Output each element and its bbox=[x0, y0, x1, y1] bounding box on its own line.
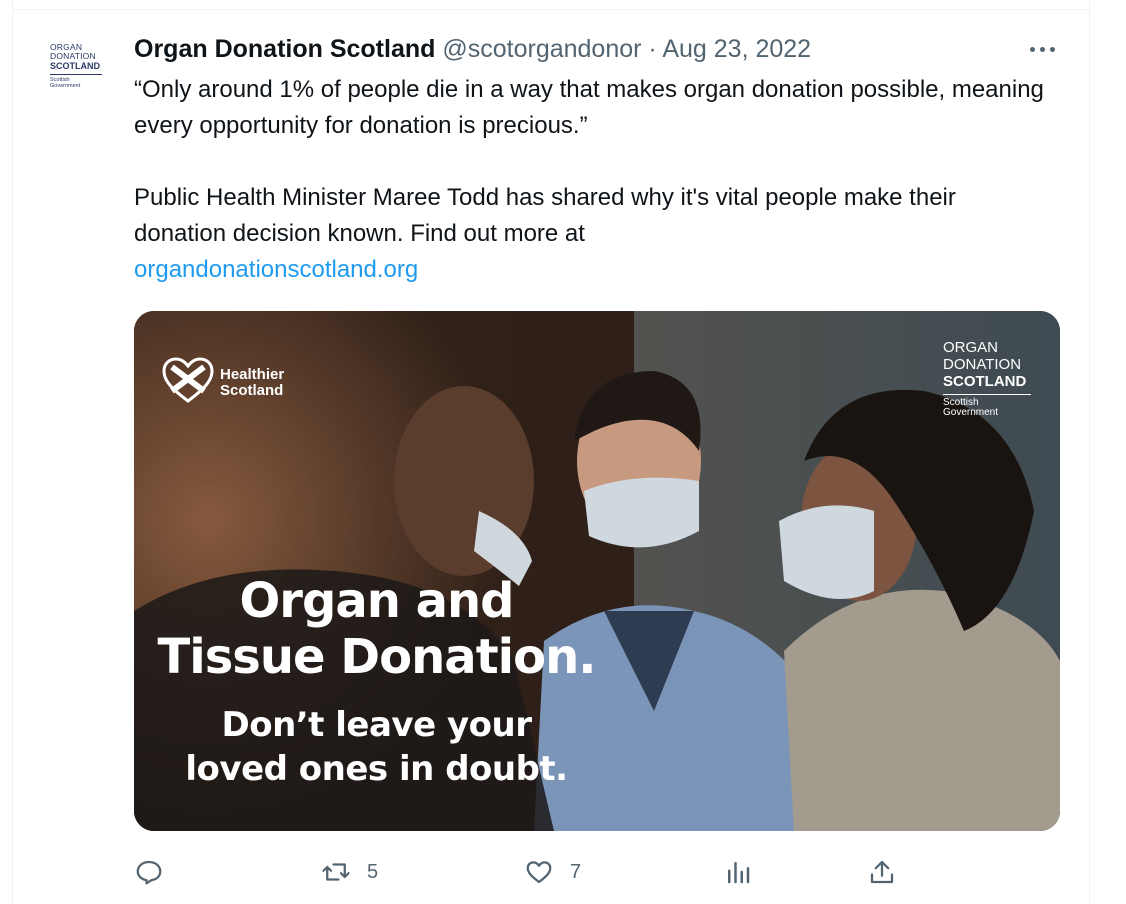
retweet-icon bbox=[322, 863, 350, 881]
ods-logo: ORGAN DONATION SCOTLAND Scottish Governm… bbox=[943, 339, 1053, 418]
reply-button[interactable] bbox=[134, 852, 164, 892]
healthier-scotland-logo: Healthier Scotland bbox=[162, 357, 322, 407]
tweet-image[interactable]: Healthier Scotland ORGAN DONATION SCOTLA… bbox=[134, 311, 1060, 831]
like-count: 7 bbox=[570, 860, 582, 883]
reply-icon bbox=[136, 860, 162, 885]
separator: · bbox=[648, 35, 657, 63]
more-dot-icon bbox=[1040, 47, 1045, 52]
ods-line-donation: DONATION bbox=[943, 356, 1022, 373]
avatar[interactable]: ORGAN DONATION SCOTLAND Scottish Governm… bbox=[50, 43, 106, 95]
heart-saltire-icon bbox=[162, 357, 214, 403]
subheadline-line-2: loved ones in doubt. bbox=[185, 749, 568, 789]
tweet-link[interactable]: organdonationscotland.org bbox=[134, 256, 418, 283]
retweet-count: 5 bbox=[367, 860, 379, 883]
healthier-scotland-text: Healthier Scotland bbox=[220, 367, 284, 399]
subheadline-line-1: Don’t leave your bbox=[221, 705, 532, 745]
tweet-header: Organ Donation Scotland @scotorgandonor … bbox=[134, 33, 811, 65]
ods-line-scotland: SCOTLAND bbox=[943, 373, 1027, 390]
tweet-quote: “Only around 1% of people die in a way t… bbox=[134, 76, 1044, 139]
image-subheadline: Don’t leave your loved ones in doubt. bbox=[134, 703, 619, 791]
share-button[interactable] bbox=[867, 852, 897, 892]
tweet-actions: 5 7 bbox=[134, 852, 1060, 892]
divider bbox=[13, 9, 1091, 10]
views-button[interactable] bbox=[723, 852, 753, 892]
author-name[interactable]: Organ Donation Scotland bbox=[134, 35, 435, 63]
avatar-rule bbox=[50, 74, 102, 75]
healthier-word: Healthier bbox=[220, 366, 285, 383]
analytics-icon bbox=[728, 862, 750, 884]
tweet-body: Public Health Minister Maree Todd has sh… bbox=[134, 184, 956, 247]
avatar-line-government: Government bbox=[50, 83, 81, 89]
more-options-button[interactable] bbox=[1028, 38, 1058, 62]
more-dot-icon bbox=[1030, 47, 1035, 52]
like-button[interactable]: 7 bbox=[524, 852, 581, 892]
tweet-date[interactable]: Aug 23, 2022 bbox=[662, 35, 811, 63]
author-handle[interactable]: @scotorgandonor bbox=[442, 35, 641, 63]
scotland-word: Scotland bbox=[220, 382, 284, 399]
avatar-line-donation: DONATION bbox=[50, 51, 96, 61]
ods-line-organ: ORGAN bbox=[943, 339, 999, 356]
headline-line-1: Organ and bbox=[239, 573, 514, 629]
share-icon bbox=[870, 860, 894, 884]
headline-line-2: Tissue Donation. bbox=[157, 629, 597, 685]
avatar-line-scotland: SCOTLAND bbox=[50, 61, 100, 71]
more-dot-icon bbox=[1050, 47, 1055, 52]
ods-rule bbox=[943, 394, 1031, 395]
image-headline: Organ and Tissue Donation. bbox=[134, 573, 619, 685]
tweet-text: “Only around 1% of people die in a way t… bbox=[134, 72, 1054, 288]
retweet-button[interactable]: 5 bbox=[321, 852, 378, 892]
heart-icon bbox=[526, 861, 552, 884]
ods-line-government: Government bbox=[943, 407, 999, 418]
